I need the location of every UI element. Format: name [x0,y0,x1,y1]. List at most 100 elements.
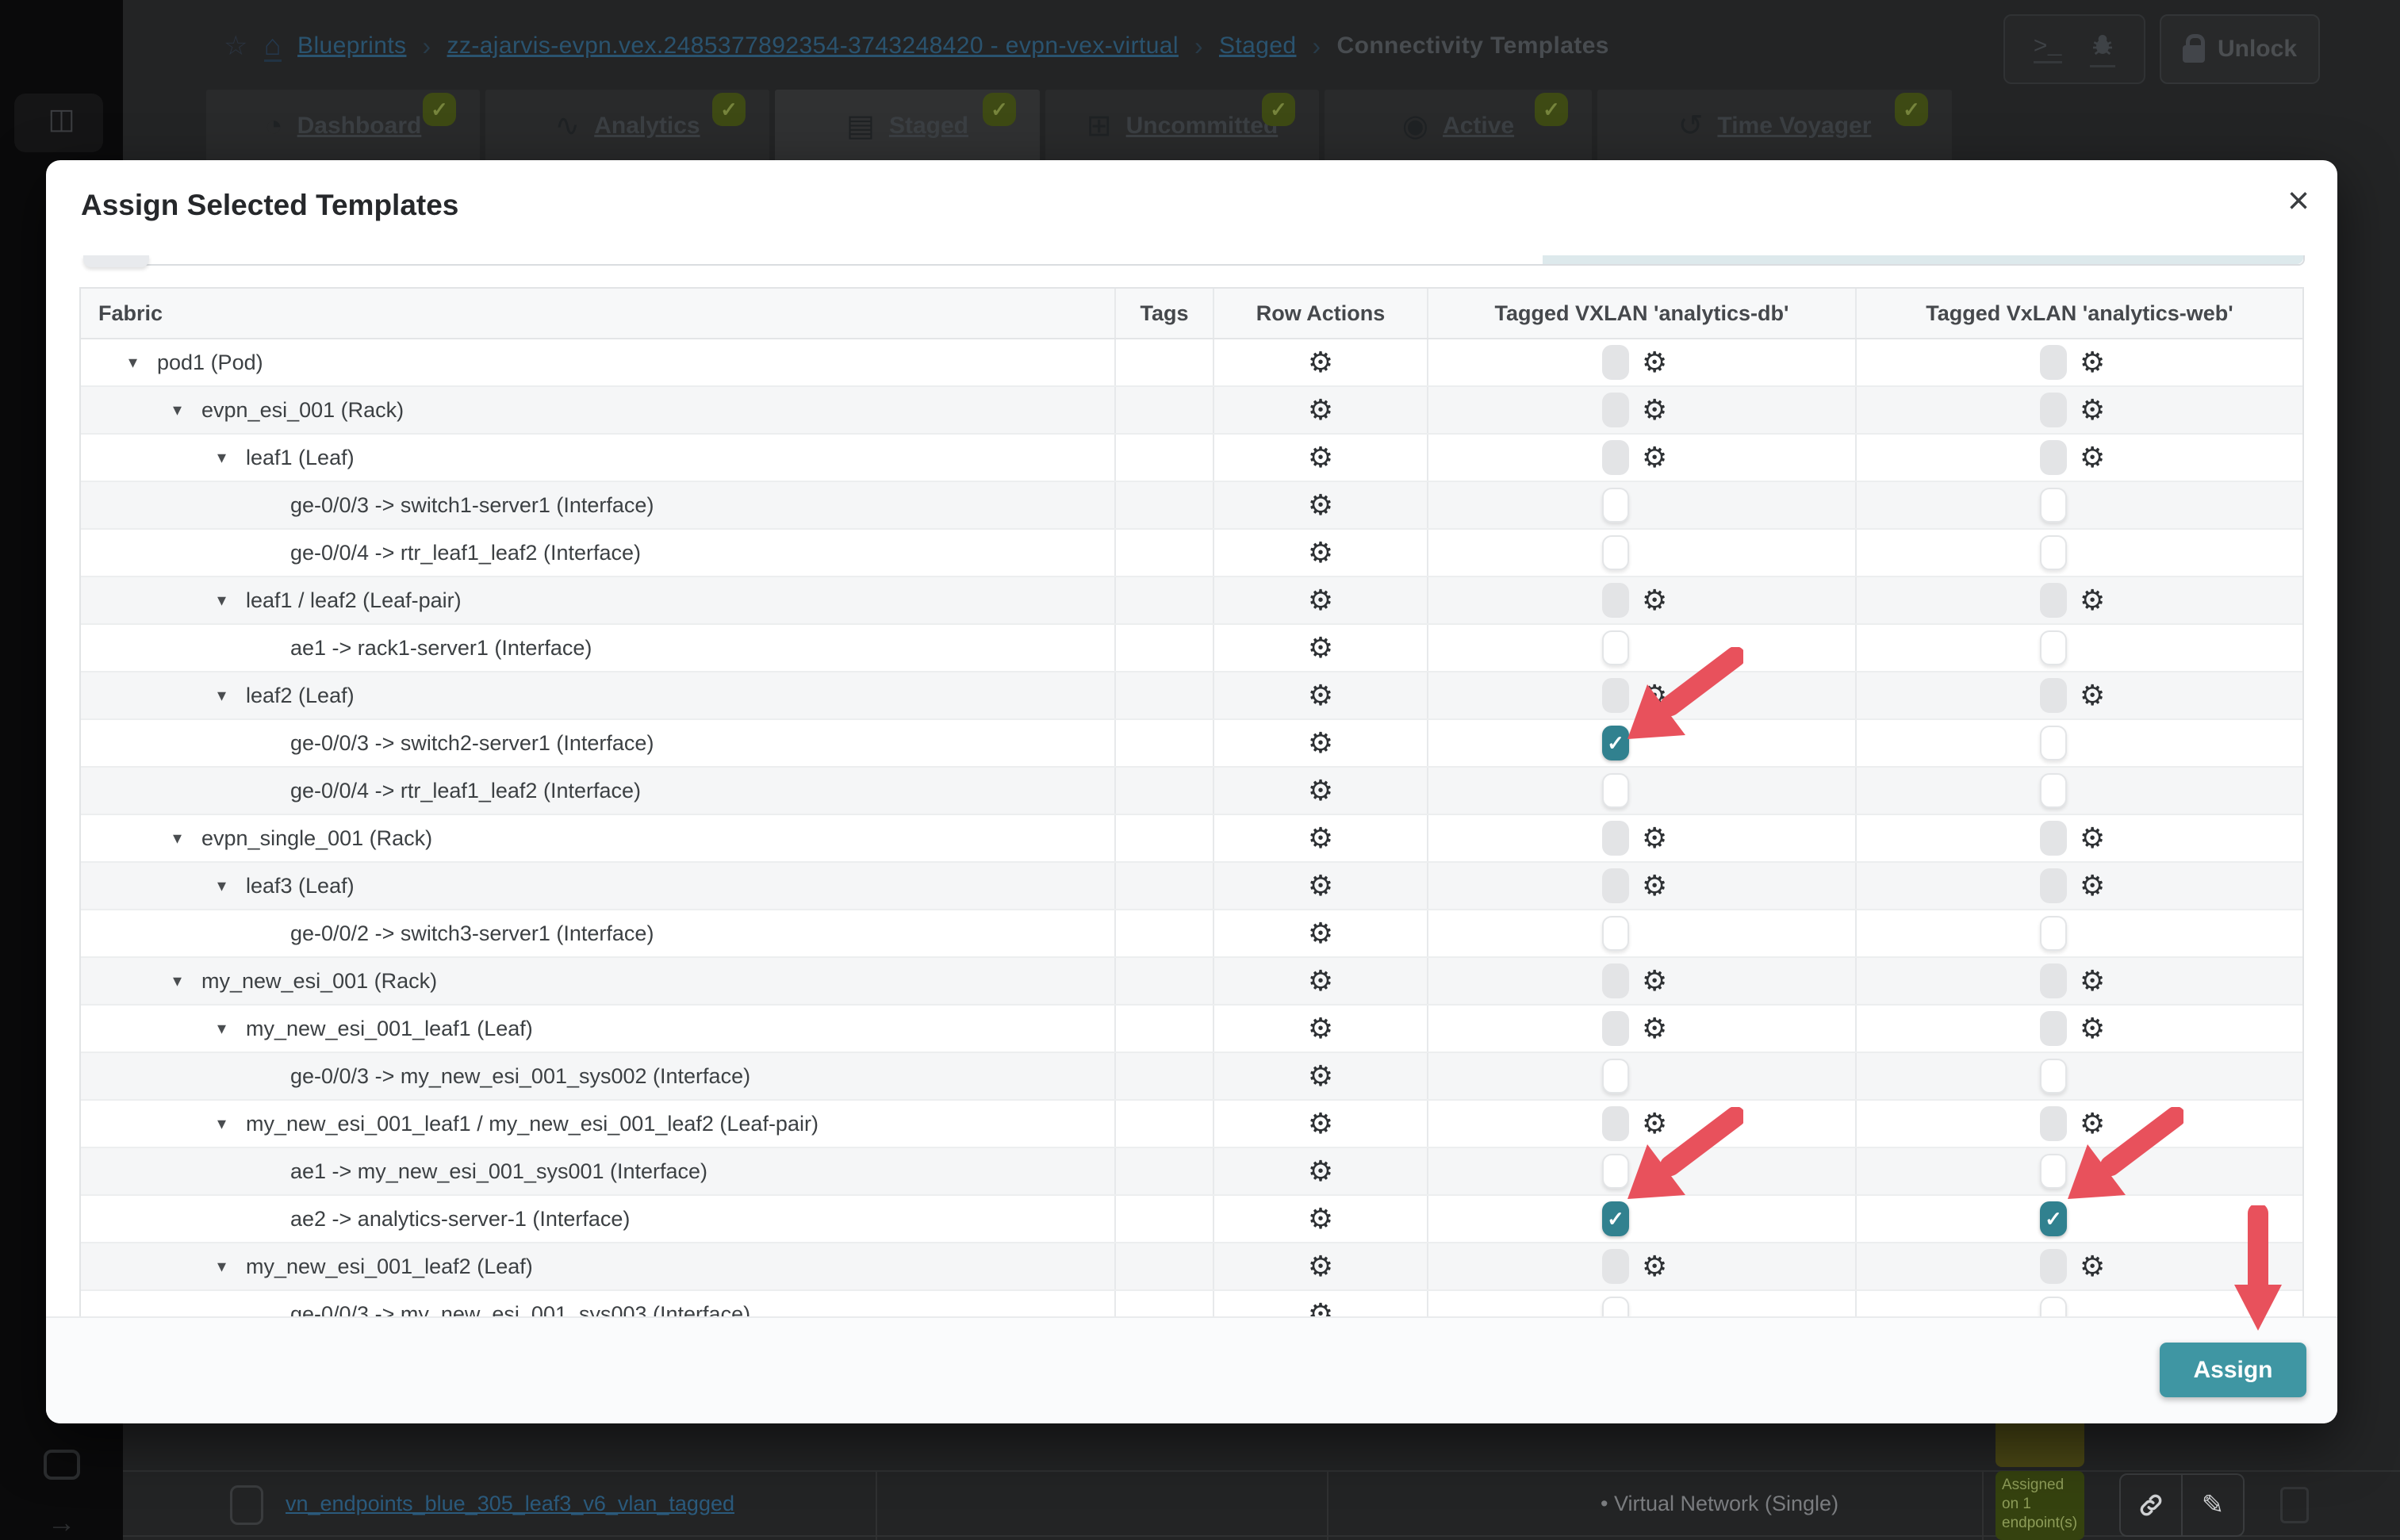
gear-icon[interactable]: ⚙ [2080,586,2105,615]
vxlan-web-checkbox[interactable] [2040,773,2067,808]
gear-icon[interactable]: ⚙ [1308,967,1333,995]
breadcrumb-item[interactable]: Staged [1219,33,1296,59]
assign-button[interactable]: Assign [2160,1343,2306,1397]
vxlan-web-checkbox[interactable] [2040,963,2067,998]
gear-icon[interactable]: ⚙ [1308,1252,1333,1281]
row-expander-caret[interactable]: ▾ [217,590,246,611]
tab-dashboard[interactable]: ◔Dashboard✓ [206,90,480,163]
gear-icon[interactable]: ⚙ [1308,396,1333,424]
gear-icon[interactable]: ⚙ [2080,1252,2105,1281]
breadcrumb-item[interactable]: zz-ajarvis-evpn.vex.2485377892354-374324… [447,33,1179,59]
vxlan-db-checkbox[interactable]: ✓ [1602,1201,1629,1236]
logout-icon[interactable]: → [0,1507,123,1538]
tab-staged[interactable]: ▤Staged✓ [775,90,1040,163]
vxlan-web-checkbox[interactable] [2040,868,2067,903]
gear-icon[interactable]: ⚙ [2080,681,2105,710]
vxlan-db-checkbox[interactable] [1602,916,1629,951]
gear-icon[interactable]: ⚙ [1642,1109,1667,1138]
row-checkbox[interactable] [230,1485,263,1525]
terminal-icon[interactable]: >_ [2034,35,2062,63]
row-expander-caret[interactable]: ▾ [173,400,201,420]
vxlan-db-checkbox[interactable] [1602,393,1629,427]
vxlan-web-checkbox[interactable] [2040,1011,2067,1046]
vn-endpoint-link[interactable]: vn_endpoints_blue_305_leaf3_v6_vlan_tagg… [286,1492,734,1516]
delete-icon[interactable] [2280,1487,2309,1523]
vxlan-web-checkbox[interactable]: ✓ [2040,1201,2067,1236]
vxlan-db-checkbox[interactable] [1602,963,1629,998]
gear-icon[interactable]: ⚙ [2080,967,2105,995]
gear-icon[interactable]: ⚙ [1308,1205,1333,1233]
vxlan-db-checkbox[interactable] [1602,1011,1629,1046]
gear-icon[interactable]: ⚙ [2080,396,2105,424]
vxlan-web-checkbox[interactable] [2040,1106,2067,1141]
vxlan-web-checkbox[interactable] [2040,583,2067,618]
gear-icon[interactable]: ⚙ [1308,538,1333,567]
row-expander-caret[interactable]: ▾ [217,1113,246,1134]
gear-icon[interactable]: ⚙ [1308,586,1333,615]
favorite-star-icon[interactable]: ☆ [224,30,248,62]
vxlan-web-checkbox[interactable] [2040,821,2067,856]
gear-icon[interactable]: ⚙ [1642,872,1667,900]
vxlan-db-checkbox[interactable] [1602,488,1629,523]
vxlan-web-checkbox[interactable] [2040,488,2067,523]
gear-icon[interactable]: ⚙ [1642,443,1667,472]
vxlan-db-checkbox[interactable] [1602,583,1629,618]
gear-icon[interactable]: ⚙ [1308,491,1333,519]
gear-icon[interactable]: ⚙ [2080,1109,2105,1138]
search-input-partial[interactable] [127,255,2305,266]
vxlan-db-checkbox[interactable] [1602,1249,1629,1284]
vxlan-web-checkbox[interactable] [2040,1059,2067,1094]
row-expander-caret[interactable]: ▾ [173,828,201,849]
vxlan-db-checkbox[interactable] [1602,1059,1629,1094]
vxlan-web-checkbox[interactable] [2040,393,2067,427]
gear-icon[interactable]: ⚙ [1308,729,1333,757]
gear-icon[interactable]: ⚙ [1308,1014,1333,1043]
gear-icon[interactable]: ⚙ [1308,681,1333,710]
vxlan-db-checkbox[interactable] [1602,345,1629,380]
gear-icon[interactable]: ⚙ [2080,824,2105,852]
home-icon[interactable]: ⌂ [264,31,282,62]
gear-icon[interactable]: ⚙ [1642,1014,1667,1043]
row-expander-caret[interactable]: ▾ [217,1018,246,1039]
gear-icon[interactable]: ⚙ [1308,348,1333,377]
row-expander-caret[interactable]: ▾ [128,352,157,373]
gear-icon[interactable]: ⚙ [2080,1014,2105,1043]
tab-time-voyager[interactable]: ↺Time Voyager✓ [1597,90,1952,163]
vxlan-db-checkbox[interactable]: ✓ [1602,726,1629,760]
vxlan-web-checkbox[interactable] [2040,630,2067,665]
vxlan-db-checkbox[interactable] [1602,678,1629,713]
row-expander-caret[interactable]: ▾ [217,875,246,896]
gear-icon[interactable]: ⚙ [1308,634,1333,662]
vxlan-db-checkbox[interactable] [1602,821,1629,856]
vxlan-web-checkbox[interactable] [2040,345,2067,380]
vxlan-db-checkbox[interactable] [1602,535,1629,570]
gear-icon[interactable]: ⚙ [1642,967,1667,995]
gear-icon[interactable]: ⚙ [2080,872,2105,900]
gear-icon[interactable]: ⚙ [1642,681,1667,710]
blueprints-icon[interactable]: ◫ [0,103,123,135]
gear-icon[interactable]: ⚙ [1308,1062,1333,1090]
vxlan-web-checkbox[interactable] [2040,1154,2067,1189]
edit-button[interactable]: ✎ [2183,1473,2245,1537]
gear-icon[interactable]: ⚙ [1642,348,1667,377]
vxlan-web-checkbox[interactable] [2040,1249,2067,1284]
row-expander-caret[interactable]: ▾ [217,685,246,706]
gear-icon[interactable]: ⚙ [1308,443,1333,472]
vxlan-web-checkbox[interactable] [2040,535,2067,570]
gear-icon[interactable]: ⚙ [1308,776,1333,805]
chat-icon[interactable] [0,1450,123,1486]
vxlan-db-checkbox[interactable] [1602,773,1629,808]
gear-icon[interactable]: ⚙ [1308,824,1333,852]
row-expander-caret[interactable]: ▾ [217,447,246,468]
row-expander-caret[interactable]: ▾ [217,1256,246,1277]
gear-icon[interactable]: ⚙ [1308,919,1333,948]
vxlan-db-checkbox[interactable] [1602,630,1629,665]
vxlan-db-checkbox[interactable] [1602,440,1629,475]
gear-icon[interactable]: ⚙ [1642,586,1667,615]
tab-analytics[interactable]: ∿Analytics✓ [485,90,769,163]
gear-icon[interactable]: ⚙ [1642,396,1667,424]
gear-icon[interactable]: ⚙ [2080,443,2105,472]
tab-uncommitted[interactable]: ⊞Uncommitted✓ [1045,90,1319,163]
gear-icon[interactable]: ⚙ [1308,1109,1333,1138]
vxlan-db-checkbox[interactable] [1602,868,1629,903]
